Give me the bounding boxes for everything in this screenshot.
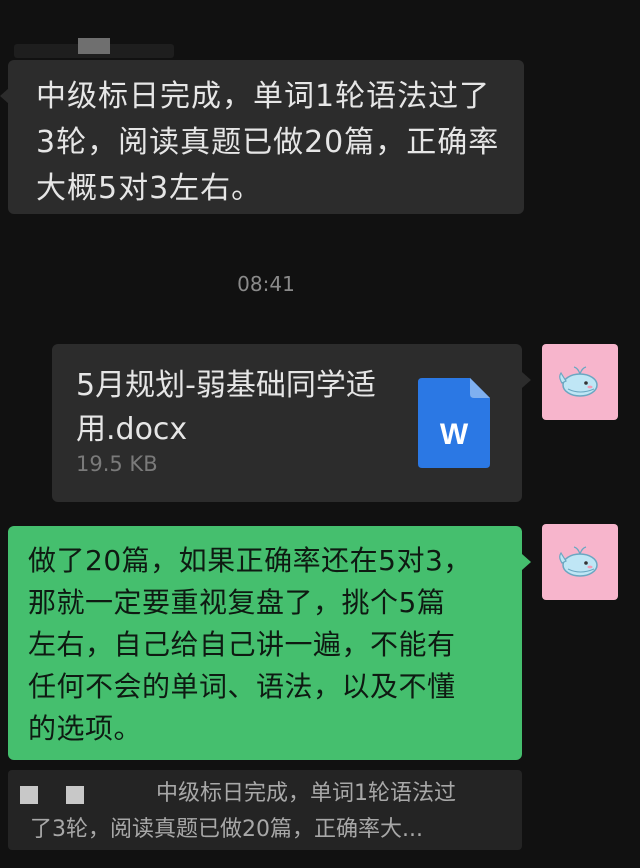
file-size: 19.5 KB [76,452,158,476]
file-name: 5月规划-弱基础同学适 用.docx [76,368,376,447]
incoming-message-bubble[interactable]: 中级标日完成，单词1轮语法过了 3轮，阅读真题已做20篇，正确率 大概5对3左右… [0,60,524,214]
quoted-text-line-2: 了3轮，阅读真题已做20篇，正确率大... [30,817,423,842]
file-message-card[interactable]: 5月规划-弱基础同学适 用.docx 19.5 KB W [52,344,531,502]
word-document-icon: W [418,378,490,468]
redacted-avatar-fragment [78,38,110,54]
redacted-block-icon [66,786,84,804]
whale-icon [559,366,598,397]
avatar[interactable] [542,344,618,420]
message-timestamp: 08:41 [237,272,295,296]
incoming-message-text: 中级标日完成，单词1轮语法过了 3轮，阅读真题已做20篇，正确率 大概5对3左右… [36,79,500,206]
outgoing-message-bubble[interactable]: 做了20篇，如果正确率还在5对3， 那就一定要重视复盘了，挑个5篇 左右，自己给… [8,526,531,760]
outgoing-message-text: 做了20篇，如果正确率还在5对3， 那就一定要重视复盘了，挑个5篇 左右，自己给… [28,544,472,745]
quoted-text-line-1: 中级标日完成，单词1轮语法过 [156,781,456,806]
avatar[interactable] [542,524,618,600]
whale-icon [559,546,598,577]
quoted-message[interactable]: 中级标日完成，单词1轮语法过 了3轮，阅读真题已做20篇，正确率大... [8,770,522,850]
redacted-block-icon [20,786,38,804]
word-icon-letter: W [440,418,469,451]
